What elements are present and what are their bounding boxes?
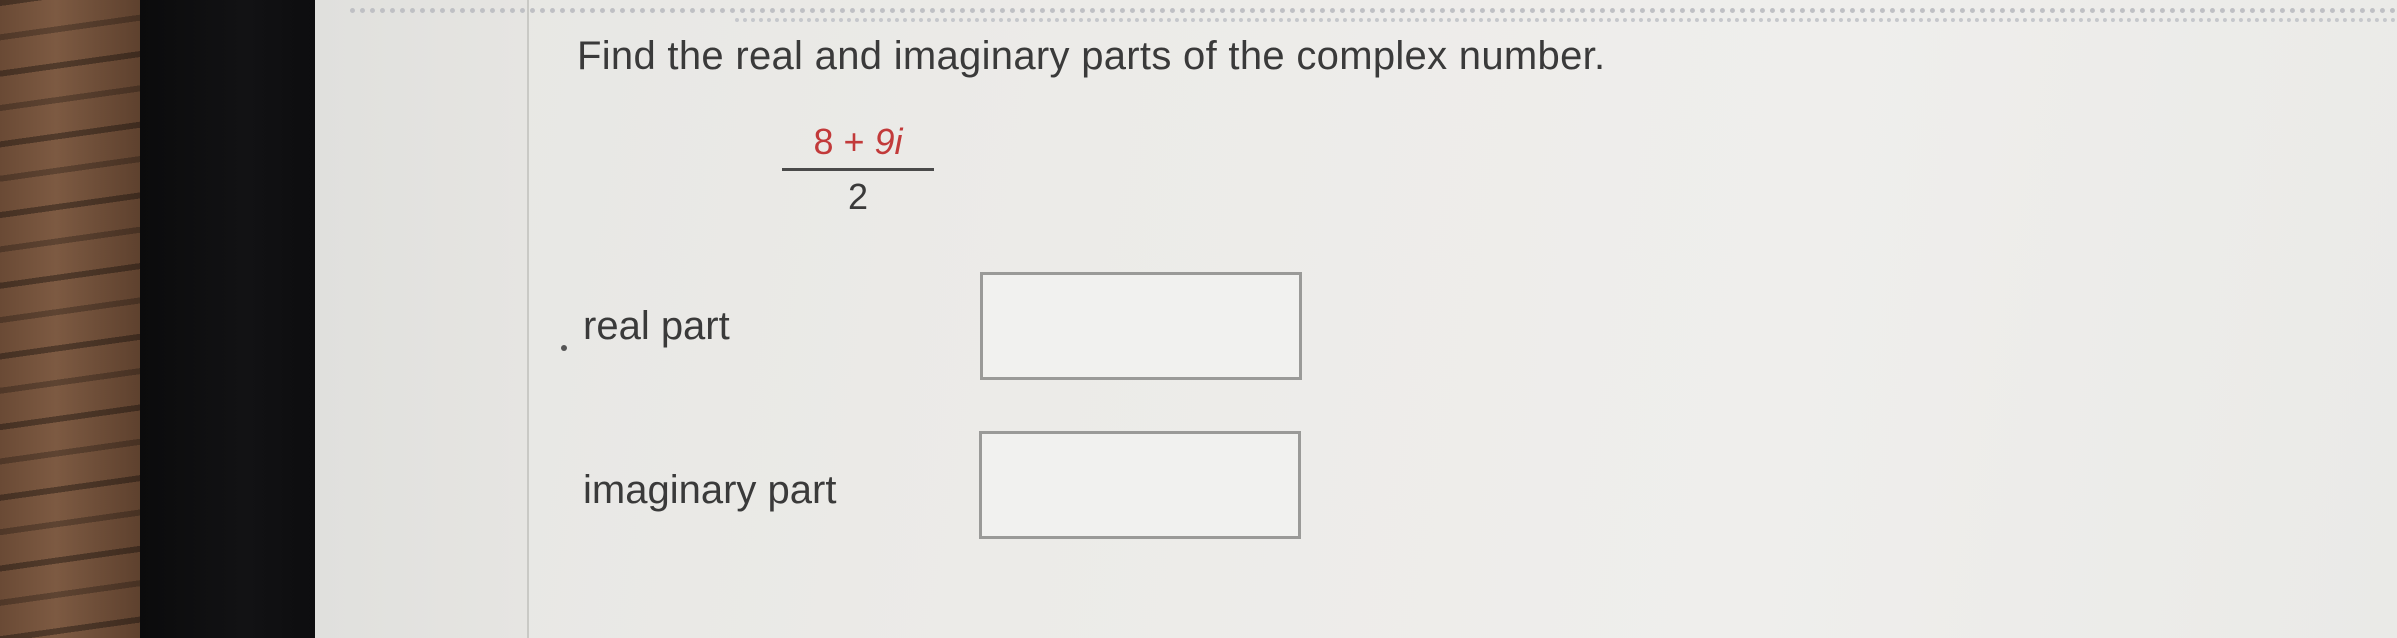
real-part-input[interactable] bbox=[980, 272, 1302, 380]
complex-fraction: 8 + 9i 2 bbox=[778, 118, 938, 219]
real-part-label: real part bbox=[583, 304, 730, 348]
fraction-numerator: 8 + 9i bbox=[778, 118, 938, 166]
fraction-denominator: 2 bbox=[847, 176, 869, 217]
desk-background bbox=[0, 0, 140, 638]
numerator-imaginary: 9i bbox=[874, 121, 903, 162]
numerator-operator: + bbox=[843, 121, 865, 162]
left-margin bbox=[315, 0, 527, 638]
fraction-bar bbox=[782, 168, 934, 171]
imaginary-part-label: imaginary part bbox=[583, 468, 837, 512]
question-prompt: Find the real and imaginary parts of the… bbox=[577, 34, 1606, 78]
monitor-bezel bbox=[140, 0, 315, 638]
screen-area: Find the real and imaginary parts of the… bbox=[315, 0, 2397, 638]
bullet-marker bbox=[561, 345, 567, 351]
numerator-real: 8 bbox=[813, 121, 834, 162]
top-dotted-border-secondary bbox=[735, 18, 2397, 22]
margin-divider bbox=[527, 0, 529, 638]
imaginary-part-input[interactable] bbox=[979, 431, 1301, 539]
top-dotted-border bbox=[350, 8, 2397, 13]
